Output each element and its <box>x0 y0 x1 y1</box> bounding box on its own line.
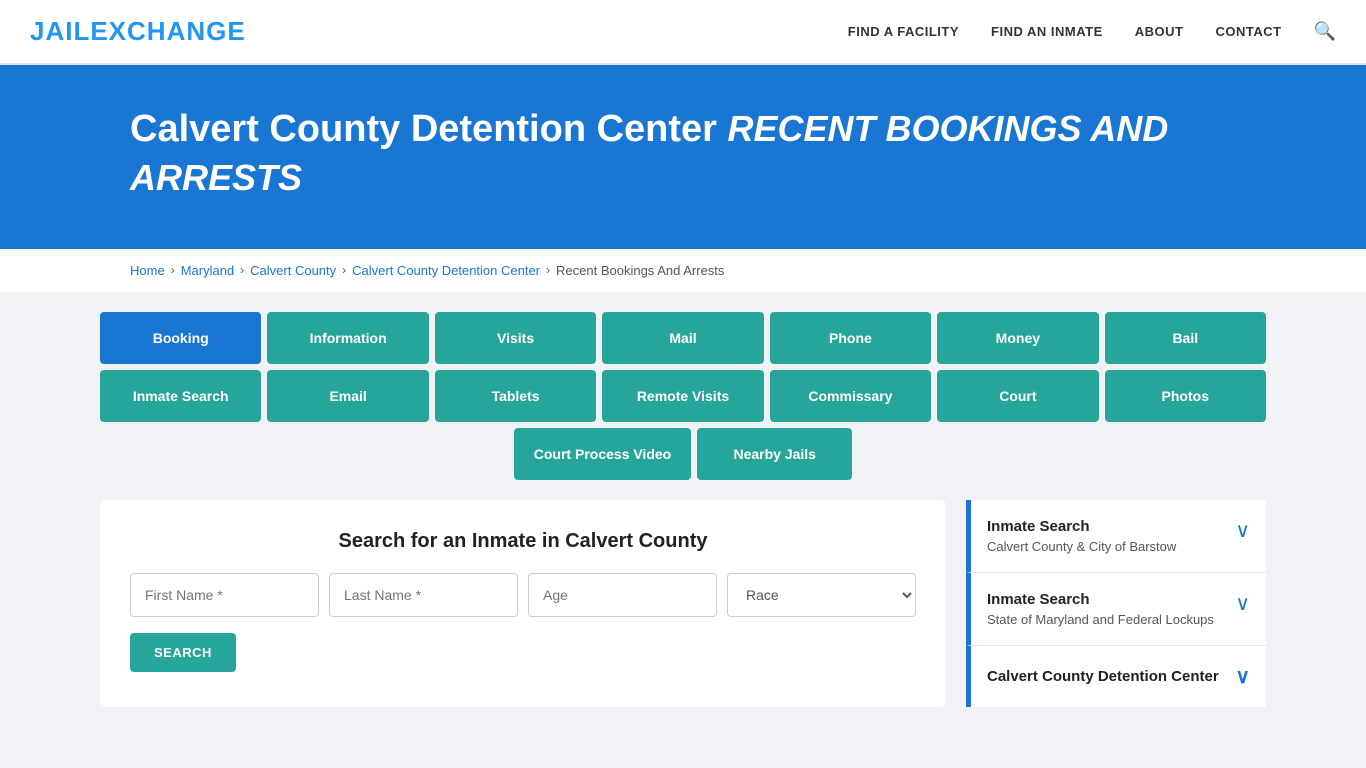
search-form-title: Search for an Inmate in Calvert County <box>130 530 916 553</box>
breadcrumb-sep-4: › <box>546 263 550 277</box>
breadcrumb-sep-2: › <box>240 263 244 277</box>
nav-about[interactable]: ABOUT <box>1135 24 1184 39</box>
main-nav: FIND A FACILITY FIND AN INMATE ABOUT CON… <box>848 21 1336 42</box>
nav-buttons-row2: Inmate Search Email Tablets Remote Visit… <box>100 370 1266 422</box>
nav-btn-booking[interactable]: Booking <box>100 312 261 364</box>
sidebar-item-2[interactable]: Inmate Search State of Maryland and Fede… <box>966 573 1266 646</box>
sidebar-item-1[interactable]: Inmate Search Calvert County & City of B… <box>966 500 1266 573</box>
sidebar-item-1-subtitle: Calvert County & City of Barstow <box>987 539 1176 554</box>
bottom-area: Search for an Inmate in Calvert County R… <box>100 500 1266 707</box>
search-inputs-row: Race White Black Hispanic Asian Other <box>130 573 916 617</box>
content-area: Booking Information Visits Mail Phone Mo… <box>0 292 1366 727</box>
nav-btn-remote-visits[interactable]: Remote Visits <box>602 370 763 422</box>
chevron-down-icon-2: ∨ <box>1235 591 1250 616</box>
nav-btn-inmate-search[interactable]: Inmate Search <box>100 370 261 422</box>
breadcrumb-sep-1: › <box>171 263 175 277</box>
nav-find-inmate[interactable]: FIND AN INMATE <box>991 24 1103 39</box>
chevron-down-icon-1: ∨ <box>1235 518 1250 543</box>
nav-btn-visits[interactable]: Visits <box>435 312 596 364</box>
hero-banner: Calvert County Detention Center RECENT B… <box>0 65 1366 249</box>
search-form: Search for an Inmate in Calvert County R… <box>100 500 946 707</box>
breadcrumb-calvert-county[interactable]: Calvert County <box>250 263 336 278</box>
nav-btn-court[interactable]: Court <box>937 370 1098 422</box>
sidebar: Inmate Search Calvert County & City of B… <box>966 500 1266 707</box>
nav-btn-bail[interactable]: Bail <box>1105 312 1266 364</box>
header-search-button[interactable]: 🔍 <box>1314 21 1336 42</box>
nav-find-facility[interactable]: FIND A FACILITY <box>848 24 959 39</box>
page-title: Calvert County Detention Center RECENT B… <box>130 105 1336 204</box>
nav-btn-phone[interactable]: Phone <box>770 312 931 364</box>
nav-contact[interactable]: CONTACT <box>1215 24 1281 39</box>
header: JAILEXCHANGE FIND A FACILITY FIND AN INM… <box>0 0 1366 65</box>
breadcrumb-current: Recent Bookings And Arrests <box>556 263 724 278</box>
nav-btn-court-process-video[interactable]: Court Process Video <box>514 428 691 480</box>
nav-btn-commissary[interactable]: Commissary <box>770 370 931 422</box>
sidebar-item-3-title: Calvert County Detention Center <box>987 668 1219 685</box>
logo-exchange: EXCHANGE <box>90 16 245 46</box>
nav-buttons-row1: Booking Information Visits Mail Phone Mo… <box>100 312 1266 364</box>
age-input[interactable] <box>528 573 717 617</box>
first-name-input[interactable] <box>130 573 319 617</box>
chevron-down-icon-3: ∨ <box>1235 664 1250 689</box>
sidebar-item-3[interactable]: Calvert County Detention Center ∨ <box>966 646 1266 707</box>
breadcrumb-maryland[interactable]: Maryland <box>181 263 234 278</box>
nav-btn-tablets[interactable]: Tablets <box>435 370 596 422</box>
logo[interactable]: JAILEXCHANGE <box>30 16 246 47</box>
nav-btn-email[interactable]: Email <box>267 370 428 422</box>
nav-btn-information[interactable]: Information <box>267 312 428 364</box>
breadcrumb-sep-3: › <box>342 263 346 277</box>
breadcrumb-home[interactable]: Home <box>130 263 165 278</box>
sidebar-item-2-subtitle: State of Maryland and Federal Lockups <box>987 612 1214 627</box>
last-name-input[interactable] <box>329 573 518 617</box>
nav-btn-photos[interactable]: Photos <box>1105 370 1266 422</box>
sidebar-item-1-title: Inmate Search <box>987 518 1176 535</box>
nav-btn-money[interactable]: Money <box>937 312 1098 364</box>
breadcrumb: Home › Maryland › Calvert County › Calve… <box>0 249 1366 292</box>
race-select[interactable]: Race White Black Hispanic Asian Other <box>727 573 916 617</box>
breadcrumb-detention-center[interactable]: Calvert County Detention Center <box>352 263 540 278</box>
nav-btn-nearby-jails[interactable]: Nearby Jails <box>697 428 852 480</box>
logo-jail: JAIL <box>30 16 90 46</box>
sidebar-item-2-title: Inmate Search <box>987 591 1214 608</box>
nav-btn-mail[interactable]: Mail <box>602 312 763 364</box>
nav-buttons-row3: Court Process Video Nearby Jails <box>100 428 1266 480</box>
search-submit-button[interactable]: SEARCH <box>130 633 236 672</box>
